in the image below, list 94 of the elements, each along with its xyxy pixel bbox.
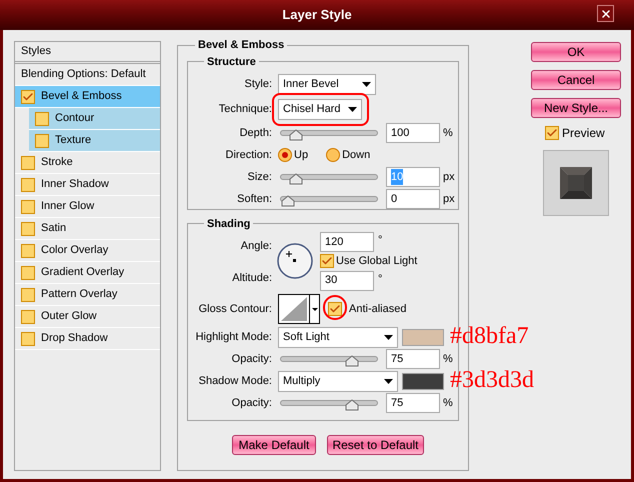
style-preview-drawing [543, 150, 609, 216]
dropdown[interactable]: Multiply [278, 370, 398, 392]
checkbox[interactable] [21, 310, 35, 324]
style-item[interactable]: Pattern Overlay [15, 284, 160, 306]
checkbox[interactable] [35, 134, 49, 148]
angle-dial-icon [276, 242, 314, 280]
checkbox[interactable] [21, 288, 35, 302]
group-title: Bevel & Emboss [197, 38, 286, 53]
style-item[interactable]: Contour [29, 108, 160, 130]
action-button[interactable]: Make Default [232, 435, 316, 455]
radio-label: Down [342, 148, 370, 163]
slider-thumb[interactable] [344, 399, 359, 411]
unit-label: ° [378, 272, 382, 286]
color-swatch[interactable] [402, 328, 444, 346]
checkbox[interactable] [21, 200, 35, 214]
field-label: Style: [243, 77, 273, 92]
checkbox[interactable] [21, 266, 35, 280]
input-field[interactable]: 100 [386, 123, 440, 143]
caret-icon [362, 82, 371, 87]
radio-button[interactable] [278, 148, 292, 162]
caret-icon [348, 107, 357, 112]
action-button[interactable]: Cancel [531, 70, 621, 90]
checkbox[interactable] [21, 332, 35, 346]
style-item[interactable]: Inner Shadow [15, 174, 160, 196]
field-label: Opacity: [230, 396, 273, 411]
caret-icon [384, 334, 393, 340]
slider-thumb[interactable] [289, 173, 304, 185]
contour-picker[interactable] [278, 294, 320, 324]
checkbox[interactable] [21, 222, 35, 236]
slider-thumb[interactable] [344, 355, 359, 367]
checkbox[interactable] [35, 112, 49, 126]
unit-label: px [443, 192, 455, 205]
checkbox[interactable] [545, 126, 559, 140]
field-label: Gloss Contour: [198, 302, 273, 317]
style-item[interactable]: Inner Glow [15, 196, 160, 218]
field-label: Direction: [224, 148, 273, 163]
style-item[interactable]: Texture [29, 130, 160, 152]
checkbox[interactable] [328, 302, 342, 316]
group-title: Structure [206, 54, 257, 70]
field-label: Shadow Mode: [198, 374, 273, 389]
window-title: Layer Style [282, 6, 352, 24]
input-field[interactable]: 75 [386, 393, 440, 413]
checkbox-label: Use Global Light [336, 254, 418, 269]
style-item[interactable]: Drop Shadow [15, 328, 160, 350]
caret-icon [312, 308, 318, 310]
input-field[interactable]: 30 [320, 270, 374, 290]
style-item[interactable]: Gradient Overlay [15, 262, 160, 284]
unit-label: % [443, 126, 453, 139]
checkbox[interactable] [21, 244, 35, 258]
field-label: Opacity: [230, 352, 273, 367]
dropdown[interactable]: Inner Bevel [278, 74, 376, 95]
field-label: Depth: [238, 126, 273, 141]
field-label: Technique: [218, 102, 273, 118]
radio-button[interactable] [326, 148, 340, 162]
style-item[interactable]: Satin [15, 218, 160, 240]
slider-thumb[interactable] [281, 195, 295, 207]
input-field[interactable]: 0 [386, 189, 440, 209]
input-field[interactable]: 75 [386, 349, 440, 369]
radio-label: Up [294, 148, 308, 163]
dropdown[interactable]: Soft Light [278, 326, 398, 348]
checkbox[interactable] [320, 254, 334, 268]
style-item[interactable]: Outer Glow [15, 306, 160, 328]
slider-thumb[interactable] [289, 129, 304, 141]
unit-label: % [443, 352, 453, 365]
dropdown[interactable]: Chisel Hard [278, 99, 362, 120]
checkbox[interactable] [21, 178, 35, 192]
style-item[interactable]: Bevel & Emboss [15, 86, 160, 108]
color-annotation: #d8bfa7 [450, 322, 529, 350]
color-annotation: #3d3d3d [450, 366, 534, 394]
unit-label: ° [378, 233, 382, 248]
field-label: Altitude: [231, 270, 273, 286]
group-title: Shading [206, 216, 252, 232]
checkbox-label: Preview [562, 125, 605, 142]
contour-curve-icon [279, 295, 309, 323]
close-icon [600, 8, 612, 20]
field-label: Size: [246, 170, 273, 185]
unit-label: % [443, 396, 453, 409]
input-field[interactable]: 120 [320, 232, 374, 252]
action-button[interactable]: OK [531, 42, 621, 62]
styles-header: Styles [15, 42, 160, 64]
action-button[interactable]: New Style... [531, 98, 621, 118]
style-item[interactable]: Color Overlay [15, 240, 160, 262]
checkbox[interactable] [21, 156, 35, 170]
close-button[interactable] [597, 5, 614, 22]
style-item[interactable]: Stroke [15, 152, 160, 174]
caret-icon [384, 378, 393, 384]
color-swatch[interactable] [402, 372, 444, 390]
action-button[interactable]: Reset to Default [327, 435, 424, 455]
field-label: Highlight Mode: [194, 330, 273, 345]
checkbox[interactable] [21, 90, 35, 104]
checkbox-label: Anti-aliased [349, 302, 406, 317]
field-label: Soften: [236, 192, 273, 207]
field-label: Angle: [240, 239, 273, 254]
unit-label: px [443, 170, 455, 183]
